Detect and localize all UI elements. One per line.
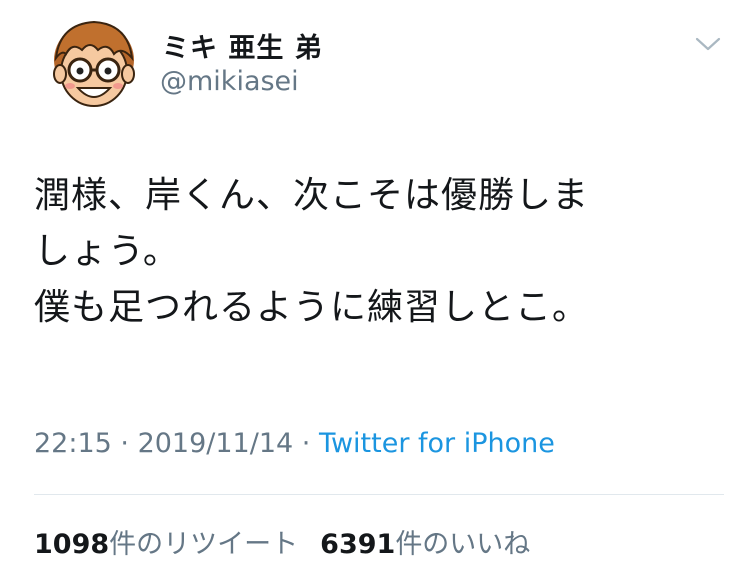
retweets-stat[interactable]: 1098件のリツイート <box>34 529 298 560</box>
meta-separator: · <box>293 428 319 459</box>
tweet-source-link[interactable]: Twitter for iPhone <box>319 428 555 459</box>
meta-separator: · <box>111 428 138 459</box>
likes-stat[interactable]: 6391件のいいね <box>320 529 530 560</box>
display-name[interactable]: ミキ 亜生 弟 <box>162 26 323 65</box>
tweet-text-line: 潤様、岸くん、次こそは優勝しま <box>34 175 590 216</box>
likes-count: 6391 <box>320 529 396 560</box>
chevron-down-icon[interactable] <box>694 34 722 54</box>
tweet-text-line: 僕も足つれるように練習しとこ。 <box>34 287 590 328</box>
tweet-stats: 1098件のリツイート 6391件のいいね <box>34 522 530 561</box>
retweets-label: 件のリツイート <box>109 529 299 560</box>
tweet-time[interactable]: 22:15 <box>34 428 112 459</box>
tweet-card: ミキ 亜生 弟 @mikiasei 潤様、岸くん、次こそは優勝しま しょう。 僕… <box>0 0 744 575</box>
tweet-meta: 22:15 · 2019/11/14 · Twitter for iPhone <box>34 428 555 459</box>
cartoon-avatar-icon[interactable] <box>42 14 146 118</box>
tweet-text: 潤様、岸くん、次こそは優勝しま しょう。 僕も足つれるように練習しとこ。 <box>34 168 724 336</box>
likes-label: 件のいいね <box>395 529 531 560</box>
tweet-text-line: しょう。 <box>34 231 180 272</box>
tweet-date[interactable]: 2019/11/14 <box>138 428 294 459</box>
divider <box>34 494 724 495</box>
user-handle[interactable]: @mikiasei <box>160 66 299 97</box>
retweets-count: 1098 <box>34 529 110 560</box>
